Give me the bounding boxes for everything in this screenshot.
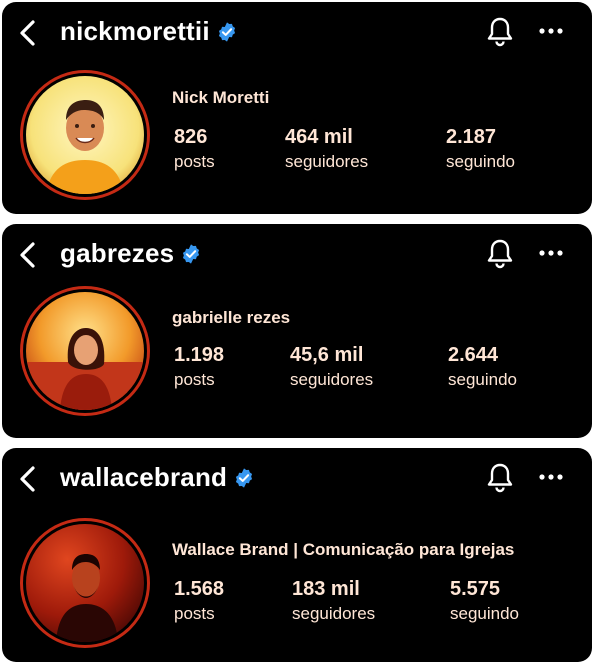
avatar-ring[interactable]	[20, 518, 150, 648]
stat-value: 5.575	[450, 578, 501, 600]
stat-posts[interactable]: 1.198 posts	[174, 344, 224, 390]
profile-full-name: Nick Moretti	[172, 88, 270, 107]
profile-username: gabrezes	[60, 238, 202, 269]
back-chevron-icon[interactable]	[16, 464, 40, 494]
stat-posts[interactable]: 1.568 posts	[174, 578, 224, 624]
back-chevron-icon[interactable]	[16, 240, 40, 270]
profile-card-wallacebrand: wallacebrand Wallace Brand | Comunicação…	[2, 448, 592, 662]
stat-label: seguidores	[290, 370, 374, 389]
profile-card-gabrezes: gabrezes gabrielle rezes 1.198 posts 45,…	[2, 224, 592, 438]
avatar-ring[interactable]	[20, 70, 150, 200]
more-options-icon[interactable]	[538, 26, 564, 36]
username-text: wallacebrand	[60, 462, 228, 492]
verified-badge-icon	[236, 467, 253, 488]
avatar	[26, 76, 144, 194]
profile-username: wallacebrand	[60, 462, 255, 493]
stat-followers[interactable]: 183 mil seguidores	[292, 578, 375, 624]
stat-label: seguindo	[450, 604, 520, 623]
profile-full-name: gabrielle rezes	[172, 308, 291, 327]
stat-value: 2.187	[446, 126, 497, 148]
avatar	[26, 524, 144, 642]
bell-icon[interactable]	[486, 238, 514, 270]
profile-username: nickmorettii	[60, 16, 238, 47]
stat-value: 464 mil	[285, 126, 353, 148]
stat-label: seguidores	[285, 152, 369, 171]
username-text: nickmorettii	[60, 16, 210, 46]
stat-posts[interactable]: 826 posts	[174, 126, 215, 172]
profile-full-name: Wallace Brand | Comunicação para Igrejas	[172, 540, 515, 559]
verified-badge-icon	[183, 243, 200, 264]
avatar-ring[interactable]	[20, 286, 150, 416]
more-options-icon[interactable]	[538, 472, 564, 482]
stat-label: posts	[174, 370, 215, 389]
stat-value: 826	[174, 126, 208, 148]
stat-value: 1.568	[174, 578, 225, 600]
stat-label: posts	[174, 152, 215, 171]
stat-value: 1.198	[174, 344, 225, 366]
stat-followers[interactable]: 45,6 mil seguidores	[290, 344, 373, 390]
more-options-icon[interactable]	[538, 248, 564, 258]
avatar	[26, 292, 144, 410]
back-chevron-icon[interactable]	[16, 18, 40, 48]
stat-value: 183 mil	[292, 578, 360, 600]
stat-label: posts	[174, 604, 215, 623]
verified-badge-icon	[218, 21, 235, 42]
stat-label: seguidores	[292, 604, 376, 623]
stat-value: 45,6 mil	[290, 344, 364, 366]
username-text: gabrezes	[60, 238, 175, 268]
stat-followers[interactable]: 464 mil seguidores	[285, 126, 368, 172]
stat-following[interactable]: 2.187 seguindo	[446, 126, 515, 172]
bell-icon[interactable]	[486, 16, 514, 48]
stat-label: seguindo	[446, 152, 516, 171]
bell-icon[interactable]	[486, 462, 514, 494]
stat-following[interactable]: 5.575 seguindo	[450, 578, 519, 624]
stat-value: 2.644	[448, 344, 499, 366]
stat-label: seguindo	[448, 370, 518, 389]
stat-following[interactable]: 2.644 seguindo	[448, 344, 517, 390]
profile-card-nickmorettii: nickmorettii Nick Moretti 826 posts 464 …	[2, 2, 592, 214]
